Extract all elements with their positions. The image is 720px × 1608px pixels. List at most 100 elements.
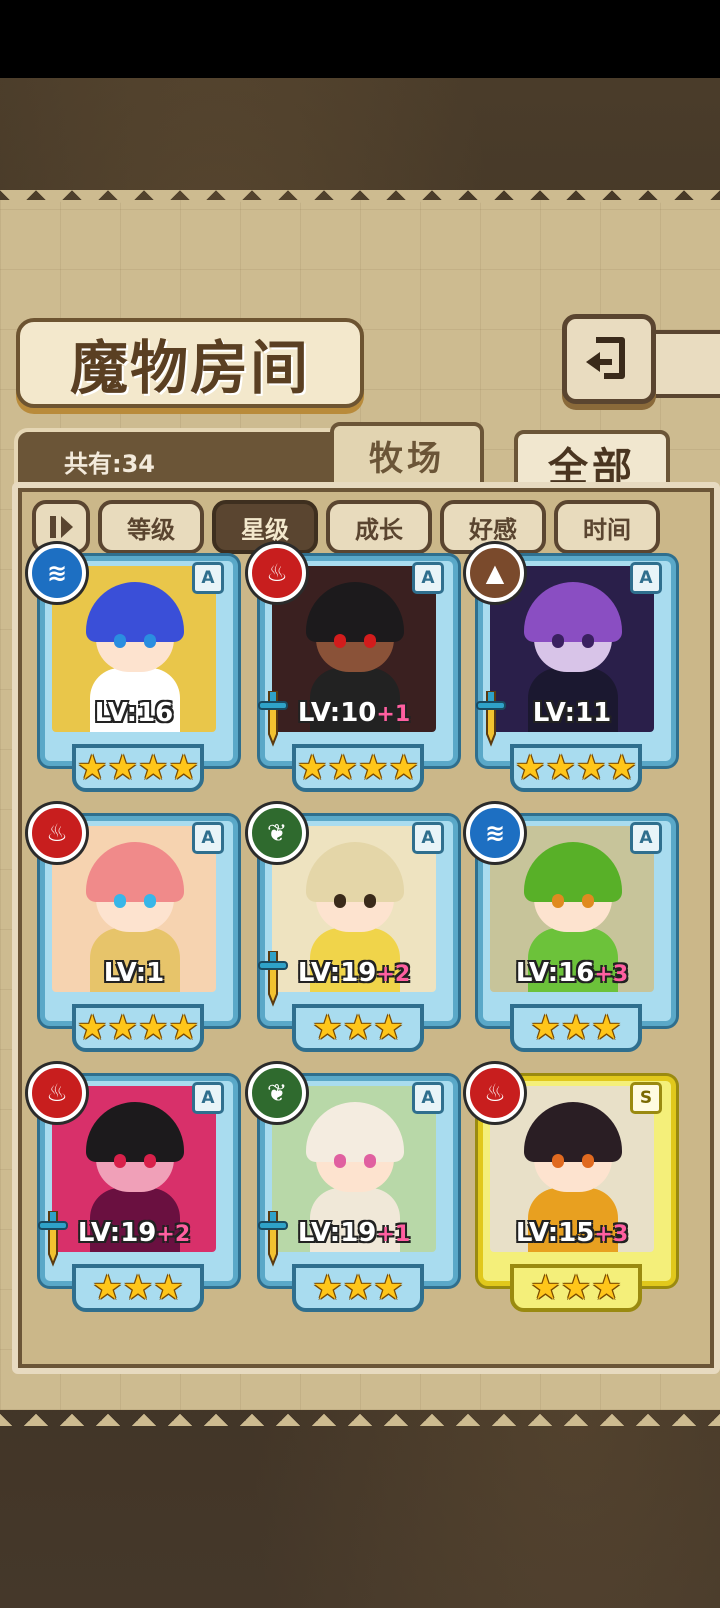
fire-element-icon: ♨ <box>466 1064 524 1122</box>
sort-level-button[interactable]: 等级 <box>98 500 204 554</box>
portrait-eye <box>364 1154 376 1168</box>
portrait-hair <box>86 1102 184 1162</box>
monster-card[interactable]: A ≋ LV:16+3 ★ ★ ★ <box>466 804 676 1052</box>
water-element-icon: ≋ <box>28 544 86 602</box>
star-icon: ★ <box>373 1268 404 1308</box>
portrait-eye <box>144 634 156 648</box>
portrait-eye <box>114 894 126 908</box>
monster-level: LV:19+2 <box>252 958 456 988</box>
star-rating: ★ ★ ★ <box>292 1264 424 1312</box>
page-title: 魔物房间 <box>69 334 310 402</box>
monster-card[interactable]: A ❦ LV:19+2 ★ ★ ★ <box>248 804 458 1052</box>
level-bonus: +2 <box>156 1222 191 1247</box>
star-icon: ★ <box>591 1268 622 1308</box>
monster-card[interactable]: S ♨ LV:15+3 ★ ★ ★ <box>466 1064 676 1312</box>
monster-card[interactable]: A ❦ LV:19+1 ★ ★ ★ <box>248 1064 458 1312</box>
star-icon: ★ <box>327 748 358 788</box>
portrait-eye <box>114 634 126 648</box>
wood-element-icon: ❦ <box>248 1064 306 1122</box>
star-rating: ★ ★ ★ ★ <box>72 744 204 792</box>
monster-card[interactable]: A ♨ LV:19+2 ★ ★ ★ <box>28 1064 238 1312</box>
star-rating: ★ ★ ★ <box>510 1004 642 1052</box>
tab-pasture-label: 牧场 <box>369 438 445 479</box>
rank-badge: A <box>192 822 224 854</box>
level-value: LV:16 <box>94 698 174 728</box>
portrait-hair <box>524 1102 622 1162</box>
rank-badge: S <box>630 1082 662 1114</box>
level-bonus: +1 <box>376 702 411 727</box>
star-rating: ★ ★ ★ <box>510 1264 642 1312</box>
portrait-hair <box>306 582 404 642</box>
star-icon: ★ <box>342 1008 374 1048</box>
rank-badge: A <box>412 822 444 854</box>
parchment-edge-bottom <box>0 1396 720 1426</box>
monster-level: LV:19+2 <box>32 1218 236 1248</box>
level-value: LV:19 <box>297 958 377 988</box>
portrait-eye <box>364 894 376 908</box>
portrait-eye <box>334 1154 346 1168</box>
monster-level: LV:1 <box>32 958 236 988</box>
star-icon: ★ <box>77 748 108 788</box>
star-icon: ★ <box>297 748 328 788</box>
rank-badge: A <box>630 562 662 594</box>
portrait-hair <box>86 582 184 642</box>
tab-pasture[interactable]: 牧场 <box>330 422 484 488</box>
star-icon: ★ <box>576 748 607 788</box>
monster-count-bar: 共有:34 <box>14 428 344 490</box>
portrait-eye <box>334 894 346 908</box>
level-value: LV:11 <box>532 698 612 728</box>
monster-card[interactable]: A ♨ LV:10+1 ★ ★ ★ ★ <box>248 544 458 792</box>
fire-element-icon: ♨ <box>28 1064 86 1122</box>
monster-level: LV:16 <box>32 698 236 728</box>
wood-element-icon: ❦ <box>248 804 306 862</box>
portrait-hair <box>86 842 184 902</box>
level-value: LV:15 <box>515 1218 595 1248</box>
monster-level: LV:11 <box>470 698 674 728</box>
portrait-eye <box>552 1154 564 1168</box>
sort-order-icon <box>50 516 73 538</box>
portrait-eye <box>144 1154 156 1168</box>
star-icon: ★ <box>153 1268 184 1308</box>
portrait-eye <box>582 634 594 648</box>
portrait-hair <box>524 842 622 902</box>
sort-time-button[interactable]: 时间 <box>554 500 660 554</box>
star-icon: ★ <box>138 748 169 788</box>
monster-card[interactable]: A ♨ LV:1 ★ ★ ★ ★ <box>28 804 238 1052</box>
star-icon: ★ <box>358 748 389 788</box>
portrait-eye <box>144 894 156 908</box>
portrait-eye <box>552 894 564 908</box>
star-icon: ★ <box>606 748 637 788</box>
back-arrow-icon <box>586 337 625 379</box>
level-bonus: +2 <box>376 962 411 987</box>
portrait-hair <box>306 842 404 902</box>
star-icon: ★ <box>168 1008 199 1048</box>
star-icon: ★ <box>373 1008 404 1048</box>
level-value: LV:16 <box>515 958 595 988</box>
star-icon: ★ <box>107 748 138 788</box>
portrait-eye <box>334 634 346 648</box>
earth-element-icon: ▲ <box>466 544 524 602</box>
star-icon: ★ <box>388 748 419 788</box>
water-element-icon: ≋ <box>466 804 524 862</box>
sort-growth-button[interactable]: 成长 <box>326 500 432 554</box>
star-icon: ★ <box>77 1008 108 1048</box>
portrait-eye <box>582 894 594 908</box>
star-icon: ★ <box>138 1008 169 1048</box>
back-button-rail <box>650 330 720 398</box>
monster-level: LV:10+1 <box>252 698 456 728</box>
monster-card[interactable]: A ▲ LV:11 ★ ★ ★ ★ <box>466 544 676 792</box>
portrait-hair <box>306 1102 404 1162</box>
fire-element-icon: ♨ <box>28 804 86 862</box>
back-button[interactable] <box>562 314 656 404</box>
monster-card[interactable]: A ≋ LV:16 ★ ★ ★ ★ <box>28 544 238 792</box>
status-bar <box>0 0 720 78</box>
rank-badge: A <box>412 1082 444 1114</box>
portrait-eye <box>582 1154 594 1168</box>
star-icon: ★ <box>168 748 199 788</box>
level-value: LV:10 <box>297 698 377 728</box>
monster-level: LV:16+3 <box>470 958 674 988</box>
rank-badge: A <box>630 822 662 854</box>
level-value: LV:19 <box>77 1218 157 1248</box>
monster-count: 共有:34 <box>64 450 155 478</box>
star-icon: ★ <box>530 1008 561 1048</box>
